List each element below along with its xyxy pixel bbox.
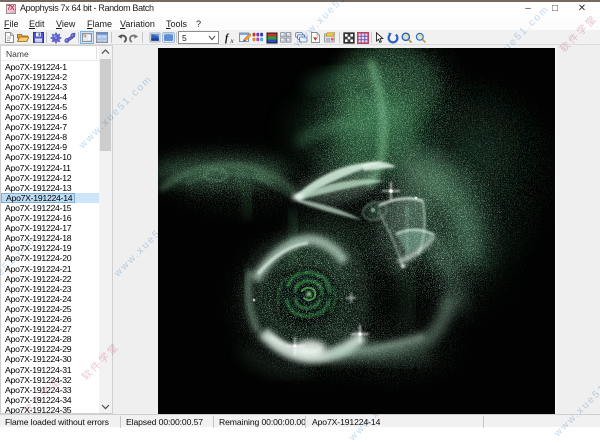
svg-text:x: x xyxy=(230,37,235,44)
svg-text:f: f xyxy=(225,33,230,44)
